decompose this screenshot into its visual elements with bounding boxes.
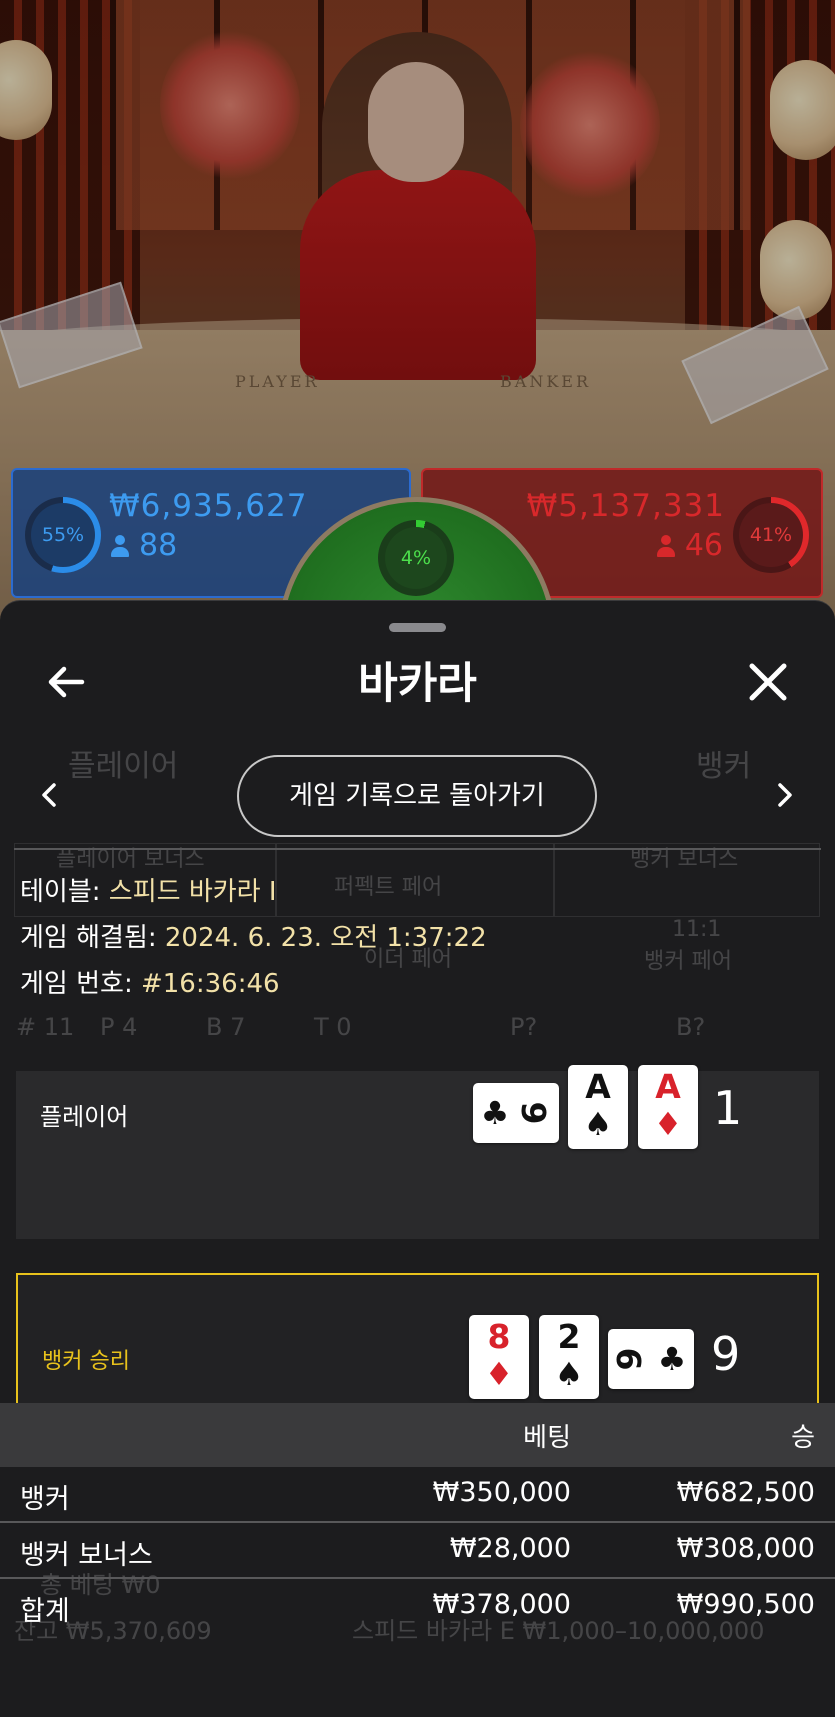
card-rank: 9: [514, 1101, 553, 1125]
divider: [14, 848, 821, 850]
player-pool-amount: ₩6,935,627: [109, 488, 308, 524]
playing-card: A ♦: [638, 1065, 698, 1149]
resolved-info-value: 2024. 6. 23. 오전 1:37:22: [164, 923, 487, 953]
ghost-stat: B?: [676, 1013, 706, 1041]
close-button[interactable]: [742, 656, 794, 708]
tie-percent-ring: 4%: [378, 520, 454, 596]
row-bet-type: 뱅커 보너스: [20, 1540, 153, 1571]
total-win-amount: ₩990,500: [676, 1589, 815, 1620]
close-x-icon: [749, 663, 787, 701]
next-game-button[interactable]: [766, 777, 802, 813]
playing-card: 9 ♣: [608, 1329, 694, 1389]
row-win-amount: ₩308,000: [676, 1533, 815, 1564]
return-to-history-button[interactable]: 게임 기록으로 돌아가기: [237, 755, 597, 837]
ghost-stat: B 7: [206, 1013, 246, 1041]
result-table-header: 베팅 승: [0, 1403, 835, 1467]
card-rank: A: [655, 1067, 681, 1106]
ghost-banker-label: 뱅커: [696, 749, 752, 784]
ghost-banker-pair-odds: 11:1: [672, 917, 722, 942]
ghost-player-bonus: 플레이어 보너스: [56, 847, 205, 872]
card-rank: 9: [610, 1347, 649, 1371]
ghost-stat: T 0: [314, 1013, 352, 1041]
playing-card: 2 ♠: [539, 1315, 599, 1399]
ghost-stat: P?: [510, 1013, 538, 1041]
player-hand-total: 1: [713, 1081, 743, 1135]
tie-percent: 4%: [400, 547, 432, 569]
banker-percent: 41%: [749, 524, 793, 546]
row-bet-type: 뱅커: [20, 1484, 70, 1515]
card-suit: ♠: [583, 1105, 613, 1143]
playing-card: 8 ♦: [469, 1315, 529, 1399]
card-rank: 8: [487, 1317, 511, 1356]
total-bet-amount: ₩378,000: [432, 1589, 571, 1620]
chevron-right-icon: [778, 783, 792, 807]
resolved-info: 게임 해결됨: 2024. 6. 23. 오전 1:37:22: [20, 917, 487, 954]
ghost-banker-bonus: 뱅커 보너스: [630, 847, 739, 872]
table-row: 뱅커 ₩350,000 ₩682,500: [0, 1467, 835, 1523]
row-win-amount: ₩682,500: [676, 1477, 815, 1508]
card-suit: ♠: [554, 1355, 584, 1393]
banker-percent-ring: 41%: [733, 497, 809, 573]
total-label: 합계: [20, 1596, 70, 1627]
game-number-label: 게임 번호:: [20, 969, 133, 999]
table-info-label: 테이블:: [20, 877, 101, 907]
card-suit: ♣: [657, 1340, 687, 1378]
ghost-perfect-pair: 퍼펙트 페어: [334, 875, 443, 900]
table-total-row: 합계 ₩378,000 ₩990,500: [0, 1579, 835, 1635]
ghost-banker-pair: 뱅커 페어: [644, 949, 732, 974]
card-suit: ♦: [484, 1355, 514, 1393]
table-info-value: 스피드 바카라 I: [108, 877, 277, 907]
player-percent: 55%: [41, 524, 85, 546]
playing-card: A ♠: [568, 1065, 628, 1149]
row-bet-amount: ₩350,000: [432, 1477, 571, 1508]
game-history-sheet: 플레이어 뱅커 플레이어 보너스 퍼펙트 페어 뱅커 보너스 이더 페어 11:…: [0, 600, 835, 1717]
playing-card: ♣ 9: [473, 1083, 559, 1143]
player-count-value: 88: [139, 528, 178, 563]
player-hand: 플레이어 ♣ 9 A ♠ A ♦ 1: [16, 1065, 819, 1239]
ghost-cell: [554, 843, 820, 917]
banker-hand-label: 뱅커 승리: [42, 1349, 130, 1374]
card-rank: 2: [557, 1317, 581, 1356]
person-icon: [111, 535, 129, 557]
chevron-left-icon: [42, 783, 56, 807]
card-suit: ♦: [653, 1105, 683, 1143]
ghost-stat: P 4: [100, 1013, 138, 1041]
sheet-title: 바카라: [358, 659, 477, 709]
table-info: 테이블: 스피드 바카라 I: [20, 871, 277, 908]
ghost-cell: [276, 843, 554, 917]
banker-count-value: 46: [684, 528, 723, 563]
banker-pool-amount: ₩5,137,331: [526, 488, 725, 524]
game-number-value: #16:36:46: [140, 969, 280, 999]
table-row: 뱅커 보너스 ₩28,000 ₩308,000: [0, 1523, 835, 1579]
player-hand-label: 플레이어: [40, 1103, 129, 1131]
row-bet-amount: ₩28,000: [449, 1533, 571, 1564]
game-number-info: 게임 번호: #16:36:46: [20, 963, 280, 1000]
person-icon: [656, 535, 675, 557]
player-percent-ring: 55%: [25, 497, 101, 573]
banker-hand-total: 9: [711, 1327, 741, 1381]
sheet-drag-handle[interactable]: [389, 623, 446, 632]
column-header-bet: 베팅: [523, 1423, 571, 1453]
previous-game-button[interactable]: [32, 777, 68, 813]
ghost-stat: # 11: [16, 1013, 75, 1041]
resolved-info-label: 게임 해결됨:: [20, 923, 157, 953]
player-bettor-count: 88: [111, 528, 177, 563]
ghost-player-label: 플레이어: [68, 749, 179, 784]
column-header-win: 승: [791, 1423, 815, 1453]
card-rank: A: [585, 1067, 611, 1106]
banker-bettor-count: 46: [656, 528, 723, 563]
